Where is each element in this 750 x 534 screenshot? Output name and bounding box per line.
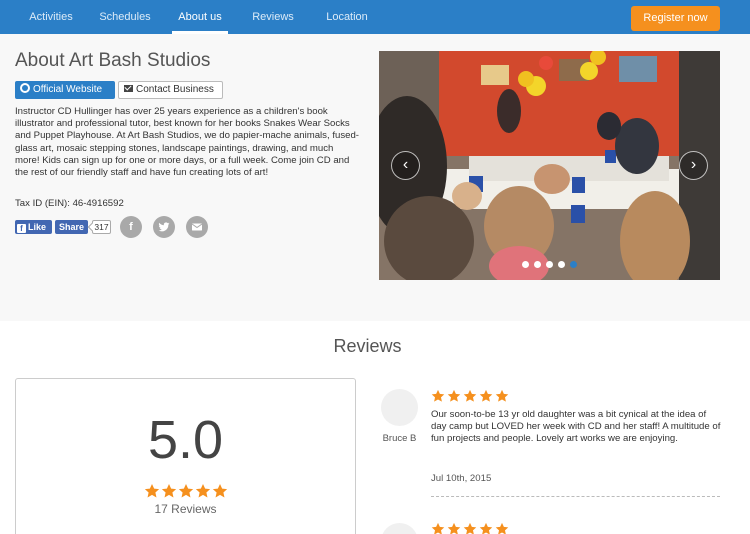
nav-tab-schedules[interactable]: Schedules [94, 0, 156, 34]
facebook-logo-icon: f [17, 224, 26, 233]
register-now-button[interactable]: Register now [631, 6, 720, 31]
star-icon [463, 389, 477, 402]
carousel-photo [379, 51, 720, 280]
star-icon [495, 522, 509, 534]
star-icon [161, 484, 177, 498]
star-icon [479, 389, 493, 402]
star-icon [447, 389, 461, 402]
share-count: 317 [92, 220, 111, 234]
star-icon [495, 389, 509, 402]
about-section: About Art Bash Studios Official Website … [0, 34, 750, 321]
review-text: Our soon-to-be 13 yr old daughter was a … [431, 409, 721, 445]
review-date: Jul 10th, 2015 [431, 473, 492, 484]
tax-id: Tax ID (EIN): 46-4916592 [15, 198, 124, 209]
nav-tab-reviews[interactable]: Reviews [244, 0, 302, 34]
nav-tab-about-us[interactable]: About us [170, 0, 230, 34]
star-icon [195, 484, 211, 498]
reviewer-name: Bruce B [382, 433, 417, 444]
contact-business-label: Contact Business [136, 84, 214, 95]
nav-tab-location[interactable]: Location [318, 0, 376, 34]
reviews-heading: Reviews [333, 336, 402, 356]
average-score: 5.0 [147, 410, 224, 470]
like-label: Like [28, 222, 47, 232]
official-website-button[interactable]: Official Website [15, 81, 115, 99]
summary-star-rating [144, 483, 228, 499]
carousel-dot-1[interactable] [522, 261, 529, 268]
email-share-icon[interactable] [186, 216, 208, 238]
carousel-next-button[interactable]: › [679, 151, 708, 180]
star-icon [178, 484, 194, 498]
about-description: Instructor CD Hullinger has over 25 year… [15, 106, 359, 179]
star-icon [479, 522, 493, 534]
contact-business-button[interactable]: Contact Business [118, 81, 223, 99]
review-star-rating [431, 522, 511, 534]
top-nav: Activities Schedules About us Reviews Lo… [0, 0, 750, 34]
photo-carousel: ‹ › [379, 51, 720, 280]
envelope-icon [124, 85, 133, 92]
globe-icon [20, 83, 30, 93]
official-website-label: Official Website [33, 84, 103, 95]
carousel-prev-button[interactable]: ‹ [391, 151, 420, 180]
carousel-dot-5[interactable] [570, 261, 577, 268]
reviews-count: 17 Reviews [154, 502, 217, 516]
star-icon [463, 522, 477, 534]
star-icon [212, 484, 228, 498]
facebook-share-button[interactable]: Share [55, 220, 88, 234]
reviewer-avatar [381, 389, 418, 426]
star-icon [447, 522, 461, 534]
star-icon [431, 522, 445, 534]
star-icon [431, 389, 445, 402]
page-title: About Art Bash Studios [15, 50, 211, 71]
carousel-dot-3[interactable] [546, 261, 553, 268]
carousel-dot-2[interactable] [534, 261, 541, 268]
carousel-dot-4[interactable] [558, 261, 565, 268]
rating-summary-card: 5.0 17 Reviews [15, 378, 356, 534]
star-icon [144, 484, 160, 498]
review-star-rating [431, 389, 511, 404]
reviewer-avatar [381, 523, 418, 534]
facebook-icon[interactable]: f [120, 216, 142, 238]
review-divider [431, 496, 720, 497]
facebook-like-button[interactable]: f Like [15, 220, 52, 234]
twitter-icon[interactable] [153, 216, 175, 238]
nav-tab-activities[interactable]: Activities [20, 0, 82, 34]
